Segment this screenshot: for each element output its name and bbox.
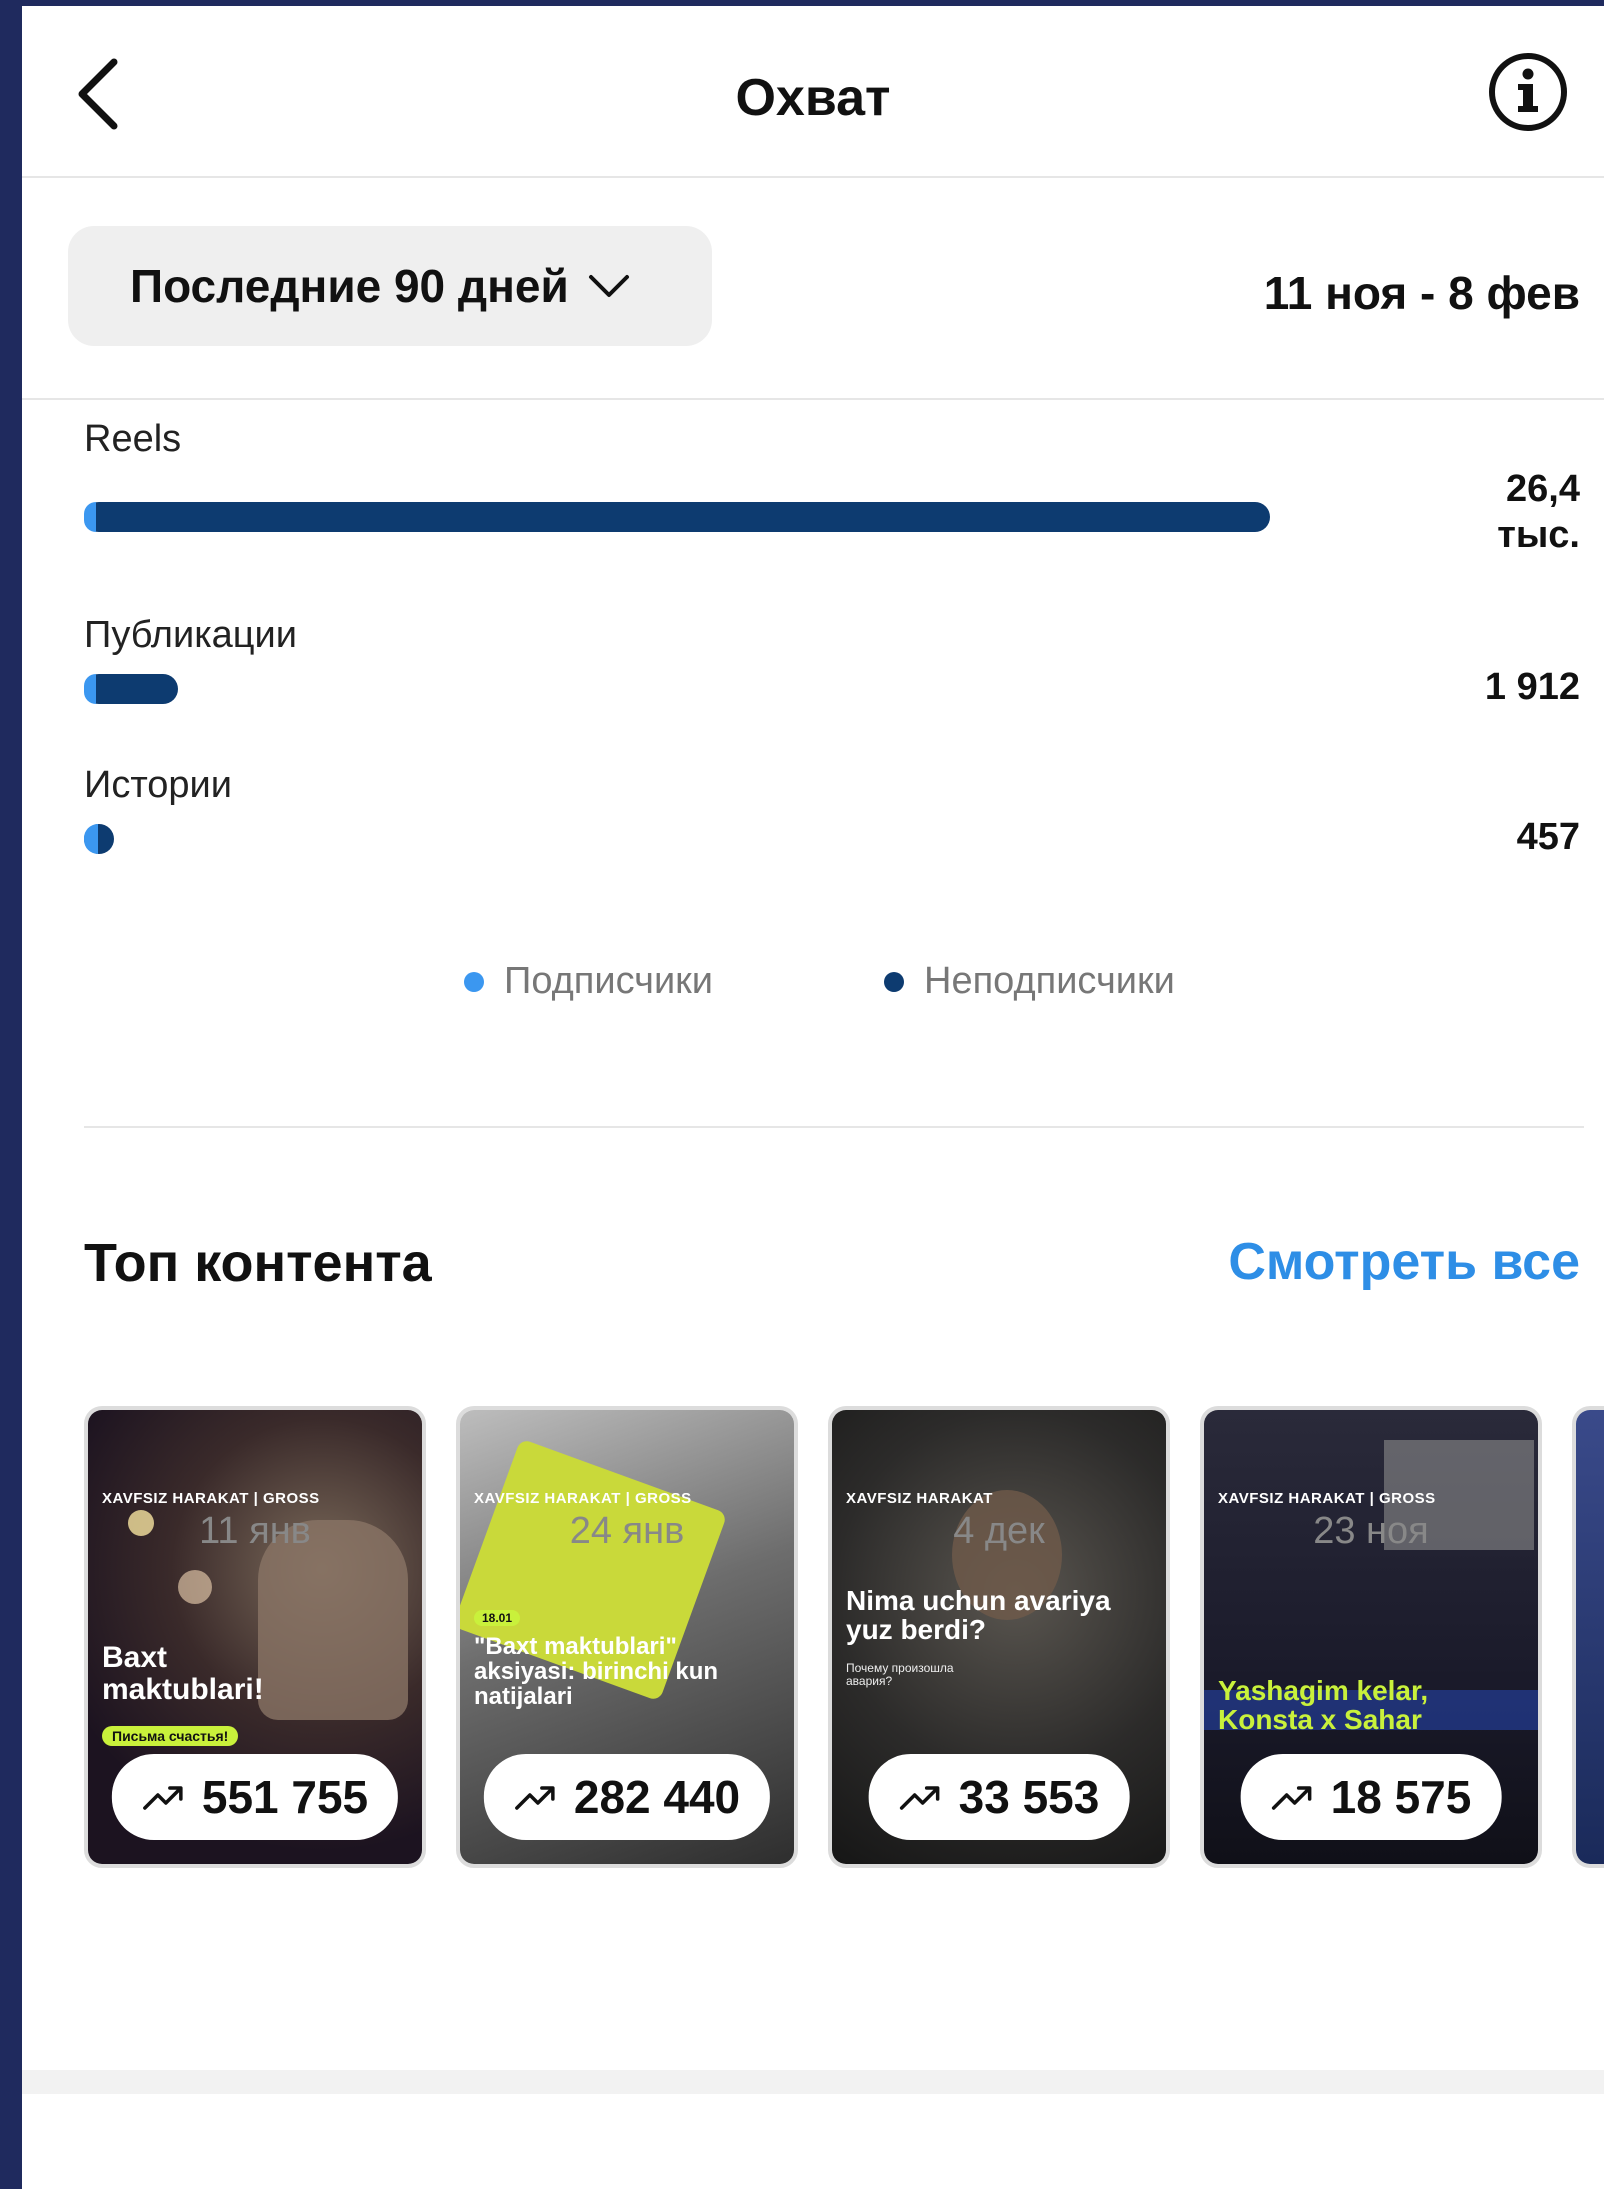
card-caption: Yashagim kelar, Konsta x Sahar	[1218, 1675, 1429, 1736]
bar-followers	[84, 824, 98, 854]
chevron-down-icon	[588, 275, 629, 297]
card-date: 4 дек	[953, 1510, 1045, 1552]
metric-bar-stories	[84, 824, 1294, 854]
legend-followers: Подписчики	[464, 960, 713, 1003]
trend-up-icon	[143, 1786, 183, 1810]
info-icon[interactable]	[1488, 52, 1568, 132]
metric-bar-posts	[84, 674, 1294, 704]
metric-label-reels: Reels	[84, 418, 182, 460]
content-card[interactable]: XAVFSIZ HARAKAT | GROSS 18.01 "Baxt makt…	[456, 1406, 798, 1868]
card-tag: Письма счастья!	[102, 1726, 239, 1746]
card-caption: Baxt maktublari!	[102, 1641, 264, 1706]
bar-followers	[84, 674, 96, 704]
trend-up-icon	[1271, 1786, 1312, 1810]
period-row: Последние 90 дней 11 ноя - 8 фев	[22, 178, 1604, 400]
reach-pill: 551 755	[111, 1754, 399, 1840]
page-title: Охват	[735, 69, 891, 127]
metric-label-posts: Публикации	[84, 614, 298, 656]
trend-up-icon	[515, 1786, 555, 1810]
reach-pill: 18 575	[1240, 1754, 1502, 1840]
top-content-carousel[interactable]: XAVFSIZ HARAKAT | GROSS Baxt maktublari!…	[84, 1406, 1604, 1876]
bar-non-followers	[84, 502, 1270, 532]
reach-pill: 33 553	[868, 1754, 1130, 1840]
section-title: Топ контента	[84, 1233, 432, 1293]
card-tag: Почему произошла авария?	[846, 1661, 954, 1689]
reach-pill: 282 440	[483, 1754, 771, 1840]
metric-value-posts: 1 912	[1484, 666, 1580, 708]
brand-logo: XAVFSIZ HARAKAT	[846, 1490, 993, 1507]
top-bar: Охват	[22, 6, 1604, 178]
divider	[84, 1126, 1584, 1128]
legend-dot-non-followers	[884, 971, 904, 992]
card-date: 11 янв	[199, 1510, 311, 1552]
card-caption: Nima uchun avariya yuz berdi?	[846, 1585, 1111, 1646]
screen: Охват Последние 90 дней 11 ноя - 8 фев R…	[22, 6, 1604, 2189]
brand-logo: XAVFSIZ HARAKAT | GROSS	[1218, 1490, 1436, 1507]
legend-dot-followers	[464, 971, 484, 992]
metric-value-stories: 457	[1516, 816, 1580, 858]
bar-followers	[84, 502, 96, 532]
trend-up-icon	[899, 1786, 940, 1810]
section-separator	[22, 2070, 1604, 2094]
card-tag: 18.01	[474, 1610, 521, 1626]
content-card-partial[interactable]	[1572, 1406, 1604, 1868]
metric-value-reels: 26,4 тыс.	[1497, 468, 1580, 556]
date-range: 11 ноя - 8 фев	[1263, 267, 1580, 319]
brand-logo: XAVFSIZ HARAKAT | GROSS	[102, 1490, 320, 1507]
see-all-link[interactable]: Смотреть все	[1228, 1232, 1580, 1292]
period-dropdown[interactable]: Последние 90 дней	[68, 226, 712, 346]
metric-label-stories: Истории	[84, 764, 233, 806]
period-label: Последние 90 дней	[130, 260, 569, 312]
brand-logo: XAVFSIZ HARAKAT | GROSS	[474, 1490, 692, 1507]
card-date: 24 янв	[569, 1510, 685, 1552]
metric-bar-reels	[84, 502, 1294, 532]
bar-non-followers	[84, 674, 178, 704]
content-card[interactable]: XAVFSIZ HARAKAT | GROSS Yashagim kelar, …	[1200, 1406, 1542, 1868]
legend-non-followers: Неподписчики	[884, 960, 1175, 1003]
card-date: 23 ноя	[1313, 1510, 1429, 1552]
content-card[interactable]: XAVFSIZ HARAKAT Nima uchun avariya yuz b…	[828, 1406, 1170, 1868]
content-card[interactable]: XAVFSIZ HARAKAT | GROSS Baxt maktublari!…	[84, 1406, 426, 1868]
card-caption: "Baxt maktublari" aksiyasi: birinchi kun…	[474, 1633, 719, 1711]
